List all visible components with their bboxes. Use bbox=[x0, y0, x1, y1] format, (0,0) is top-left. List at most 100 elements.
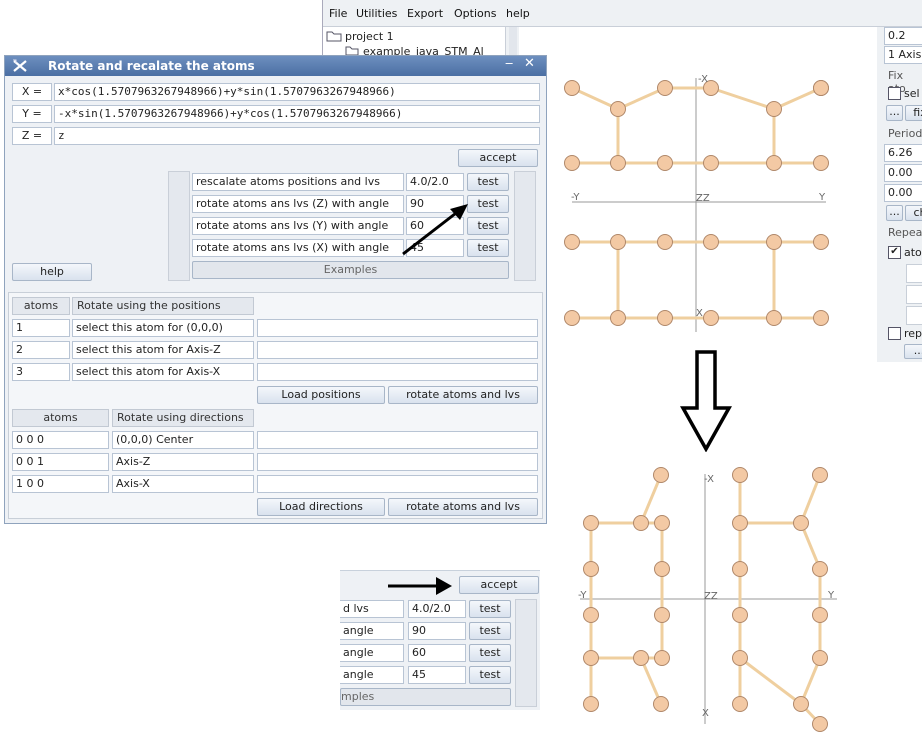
atom bbox=[732, 515, 748, 531]
rescale-value[interactable]: 4.0/2.0 bbox=[408, 600, 466, 618]
help-button[interactable]: help bbox=[12, 263, 92, 281]
examples-button[interactable]: Examples bbox=[192, 261, 509, 279]
atom bbox=[812, 716, 828, 732]
atom bbox=[732, 650, 748, 666]
atom bbox=[610, 310, 626, 326]
direction-value-1[interactable] bbox=[257, 431, 538, 449]
rotate-dialog: Rotate and recalate the atoms ‒ ✕ X = x*… bbox=[4, 55, 547, 524]
close-icon[interactable]: ✕ bbox=[524, 56, 535, 71]
rotate-y-label: rotate atoms ans lvs (Y) with angle bbox=[192, 217, 404, 235]
transform-arrow-icon bbox=[680, 350, 732, 452]
rotate-z-test-button[interactable]: test bbox=[469, 622, 511, 640]
axis-label-y: Y bbox=[819, 192, 826, 203]
rep-checkbox[interactable] bbox=[888, 327, 901, 340]
period-x-field[interactable]: 6.26 bbox=[884, 144, 922, 162]
direction-value-3[interactable] bbox=[257, 475, 538, 493]
dots-button[interactable]: ... bbox=[886, 105, 903, 121]
atoms-checkbox[interactable]: ✔ bbox=[888, 246, 901, 259]
axis-label-z: ZZ bbox=[704, 591, 718, 602]
axis-label-x: X bbox=[702, 708, 709, 719]
period-z-field[interactable]: 0.00 bbox=[884, 184, 922, 202]
rep-label: rep bbox=[904, 327, 922, 340]
project-tree: project 1 example_java_STM_Al bbox=[323, 27, 506, 58]
x-formula-field[interactable]: x*cos(1.5707963267948966)+y*sin(1.570796… bbox=[54, 83, 540, 101]
dots-button[interactable]: ... bbox=[886, 205, 903, 221]
direction-atoms-3[interactable]: 1 0 0 bbox=[12, 475, 109, 493]
rotate-by-directions-button[interactable]: rotate atoms and lvs bbox=[388, 498, 538, 516]
menu-export[interactable]: Export bbox=[407, 7, 443, 20]
load-directions-button[interactable]: Load directions bbox=[257, 498, 385, 516]
rotate-by-positions-button[interactable]: rotate atoms and lvs bbox=[388, 386, 538, 404]
direction-value-2[interactable] bbox=[257, 453, 538, 471]
axis-label-y: Y bbox=[828, 590, 835, 601]
atom bbox=[633, 515, 649, 531]
z-formula-field[interactable]: z bbox=[54, 127, 540, 145]
position-value-2[interactable] bbox=[257, 341, 538, 359]
rotate-z-label: rotate atoms ans lvs (Z) with angle bbox=[192, 195, 404, 213]
crop-edge bbox=[340, 560, 540, 571]
axis-select[interactable]: 1 Axis bbox=[884, 46, 922, 64]
rotate-x-label: angle bbox=[340, 666, 404, 684]
axis-label-minus-y: -Y bbox=[578, 590, 587, 601]
atom bbox=[657, 310, 673, 326]
fix-button[interactable]: fix bbox=[905, 105, 922, 121]
direction-atoms-1[interactable]: 0 0 0 bbox=[12, 431, 109, 449]
sel-label: sel bbox=[904, 87, 920, 100]
atom bbox=[583, 515, 599, 531]
minimize-icon[interactable]: ‒ bbox=[505, 56, 513, 71]
rotate-y-test-button[interactable]: test bbox=[469, 644, 511, 662]
axis-label-minus-x: -X bbox=[704, 474, 714, 485]
value-top-field[interactable]: 0.2 bbox=[884, 27, 922, 45]
dots-button[interactable]: ... bbox=[904, 344, 922, 359]
atom bbox=[812, 607, 828, 623]
y-formula-label: Y = bbox=[12, 105, 52, 123]
tools-icon bbox=[13, 59, 27, 72]
z-formula-label: Z = bbox=[12, 127, 52, 145]
position-value-3[interactable] bbox=[257, 363, 538, 381]
atom bbox=[657, 234, 673, 250]
y-formula-field[interactable]: -x*sin(1.5707963267948966)+y*cos(1.57079… bbox=[54, 105, 540, 123]
position-atom-2[interactable]: 2 bbox=[12, 341, 70, 359]
repeat-field[interactable] bbox=[906, 264, 922, 283]
menu-utilities[interactable]: Utilities bbox=[356, 7, 397, 20]
bond bbox=[739, 656, 802, 706]
period-y-field[interactable]: 0.00 bbox=[884, 164, 922, 182]
atom bbox=[583, 561, 599, 577]
repeat-field[interactable] bbox=[906, 306, 922, 325]
menu-help[interactable]: help bbox=[506, 7, 530, 20]
load-positions-button[interactable]: Load positions bbox=[257, 386, 385, 404]
change-button[interactable]: ch bbox=[905, 205, 922, 221]
rotate-y-angle[interactable]: 60 bbox=[408, 644, 466, 662]
sel-checkbox[interactable] bbox=[888, 87, 901, 100]
atom bbox=[564, 234, 580, 250]
menu-file[interactable]: File bbox=[329, 7, 347, 20]
atom bbox=[793, 515, 809, 531]
rotate-x-test-button[interactable]: test bbox=[469, 666, 511, 684]
rescale-label: rescalate atoms positions and lvs bbox=[192, 173, 404, 191]
rotate-x-angle[interactable]: 45 bbox=[408, 666, 466, 684]
axis-label-z: ZZ bbox=[696, 193, 710, 204]
rescale-test-button[interactable]: test bbox=[469, 600, 511, 618]
accept-button[interactable]: accept bbox=[459, 576, 539, 594]
annotation-arrow-icon bbox=[402, 204, 468, 256]
atom bbox=[564, 310, 580, 326]
position-desc-3: select this atom for Axis-X bbox=[72, 363, 254, 381]
dialog-titlebar[interactable]: Rotate and recalate the atoms ‒ ✕ bbox=[5, 56, 546, 76]
atom bbox=[703, 234, 719, 250]
direction-atoms-2[interactable]: 0 0 1 bbox=[12, 453, 109, 471]
atom bbox=[583, 650, 599, 666]
menu-options[interactable]: Options bbox=[454, 7, 496, 20]
repeat-field[interactable] bbox=[906, 285, 922, 304]
position-atom-3[interactable]: 3 bbox=[12, 363, 70, 381]
accept-button[interactable]: accept bbox=[458, 149, 538, 167]
atom bbox=[654, 607, 670, 623]
atom bbox=[813, 80, 829, 96]
menu-bar: File Utilities Export Options help bbox=[323, 0, 922, 27]
rotate-z-angle[interactable]: 90 bbox=[408, 622, 466, 640]
ops-right-pad bbox=[514, 171, 536, 281]
position-atom-1[interactable]: 1 bbox=[12, 319, 70, 337]
directions-header-desc: Rotate using directions bbox=[112, 409, 254, 427]
position-value-1[interactable] bbox=[257, 319, 538, 337]
tree-project[interactable]: project 1 bbox=[345, 30, 394, 43]
examples-button[interactable]: mples bbox=[340, 688, 511, 706]
